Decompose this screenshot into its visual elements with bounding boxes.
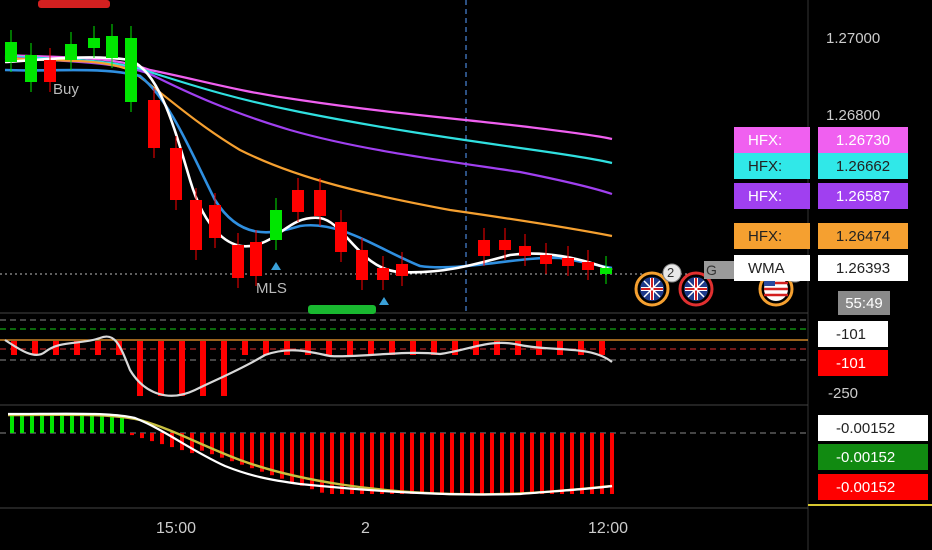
uk-flag-icon[interactable]: [634, 271, 670, 307]
hfx-purple-price-tag: 1.26587: [818, 183, 908, 209]
osc1-bar: [368, 341, 374, 355]
osc1-histogram: [11, 341, 605, 396]
osc2-bar: [460, 433, 464, 494]
osc2-bar: [70, 415, 74, 433]
osc2-bar: [80, 415, 84, 433]
gauge-tag-label: G: [706, 262, 717, 278]
osc2-histogram: [10, 415, 614, 494]
osc2-value-green: -0.00152: [818, 444, 928, 470]
time-tick-1500: 15:00: [156, 520, 197, 537]
osc1-bar: [158, 341, 164, 396]
osc1-bar: [32, 341, 38, 355]
price-tick-2: 1.26800: [826, 107, 881, 124]
osc2-bar: [60, 415, 64, 433]
osc2-bar: [110, 415, 114, 433]
osc2-bar: [380, 433, 384, 494]
bar-countdown: 55:49: [838, 291, 890, 315]
hfx-magenta-price-tag: 1.26730: [818, 127, 908, 153]
osc2-value-white: -0.00152: [818, 415, 928, 441]
time-tick-day2: 2: [361, 520, 370, 537]
osc1-scale-low: -250: [828, 385, 859, 402]
osc1-bar: [242, 341, 248, 355]
osc1-bar: [347, 341, 353, 355]
hfx-purple-name-tag: HFX:: [734, 183, 810, 209]
osc2-bar: [570, 433, 574, 494]
hfx-orange-name-tag: HFX:: [734, 223, 810, 249]
osc2-bar: [420, 433, 424, 494]
blue-ma-line: [4, 68, 613, 270]
osc2-bar: [320, 433, 324, 493]
osc2-bar: [10, 415, 14, 433]
osc2-bar: [210, 433, 214, 455]
osc1-bar: [326, 341, 332, 355]
osc2-bar: [610, 433, 614, 494]
osc1-bar: [452, 341, 458, 355]
osc2-bar: [140, 433, 144, 439]
osc2-bar: [480, 433, 484, 494]
cyan-ma-line: [4, 54, 613, 165]
osc1-bar: [599, 341, 605, 355]
hfx-orange-price-tag: 1.26474: [818, 223, 908, 249]
time-tick-1200: 12:00: [588, 520, 629, 537]
buy-signal-marker[interactable]: [38, 0, 110, 8]
osc2-bar: [500, 433, 504, 494]
osc1-bar: [137, 341, 143, 396]
osc2-bar: [490, 433, 494, 494]
hfx-magenta-name-tag: HFX:: [734, 127, 810, 153]
wma-price-tag: 1.26393: [818, 255, 908, 281]
osc2-bar: [580, 433, 584, 494]
osc1-bar: [179, 341, 185, 396]
osc2-bar: [130, 433, 134, 436]
osc2-bar: [600, 433, 604, 494]
osc2-bar: [160, 433, 164, 445]
osc2-bar: [40, 415, 44, 433]
osc2-bar: [530, 433, 534, 494]
osc1-bar: [221, 341, 227, 396]
osc2-bar: [30, 415, 34, 433]
osc2-bar: [50, 415, 54, 433]
osc2-bar: [200, 433, 204, 451]
orange-ma-line: [4, 56, 613, 238]
osc2-bar: [400, 433, 404, 494]
osc2-bar: [410, 433, 414, 494]
osc2-bar: [450, 433, 454, 494]
osc2-bar: [590, 433, 594, 494]
magenta-ma-line: [4, 53, 613, 141]
osc2-bar: [510, 433, 514, 494]
hfx-cyan-name-tag: HFX:: [734, 153, 810, 179]
osc2-bar: [540, 433, 544, 494]
osc1-bar: [473, 341, 479, 355]
sell-signal-marker[interactable]: [308, 305, 376, 314]
signal-triangle-1: [271, 262, 281, 270]
osc2-bar: [90, 415, 94, 433]
osc1-bar: [284, 341, 290, 355]
hfx-cyan-price-tag: 1.26662: [818, 153, 908, 179]
event-count-1: 2: [667, 265, 675, 280]
osc1-value-white: -101: [818, 321, 888, 347]
osc1-value-red: -101: [818, 350, 888, 376]
osc2-bar: [150, 433, 154, 442]
osc2-bar: [100, 415, 104, 433]
osc2-bar: [430, 433, 434, 494]
osc1-bar: [578, 341, 584, 355]
white-wma-line: [4, 56, 613, 274]
wma-name-tag: WMA: [734, 255, 810, 281]
osc2-bar: [550, 433, 554, 494]
osc2-value-red: -0.00152: [818, 474, 928, 500]
osc2-bar: [20, 415, 24, 433]
osc2-bar: [330, 433, 334, 494]
osc2-bar: [360, 433, 364, 494]
price-tick-1: 1.27000: [826, 30, 881, 47]
osc2-bar: [470, 433, 474, 494]
osc2-bar: [440, 433, 444, 494]
signal-triangle-2: [379, 297, 389, 305]
mls-label: MLS: [256, 280, 287, 297]
osc2-bar: [390, 433, 394, 494]
buy-label: Buy: [53, 81, 79, 98]
osc2-bar: [560, 433, 564, 494]
osc1-bar: [95, 341, 101, 355]
osc2-bar: [370, 433, 374, 494]
osc2-bar: [520, 433, 524, 494]
